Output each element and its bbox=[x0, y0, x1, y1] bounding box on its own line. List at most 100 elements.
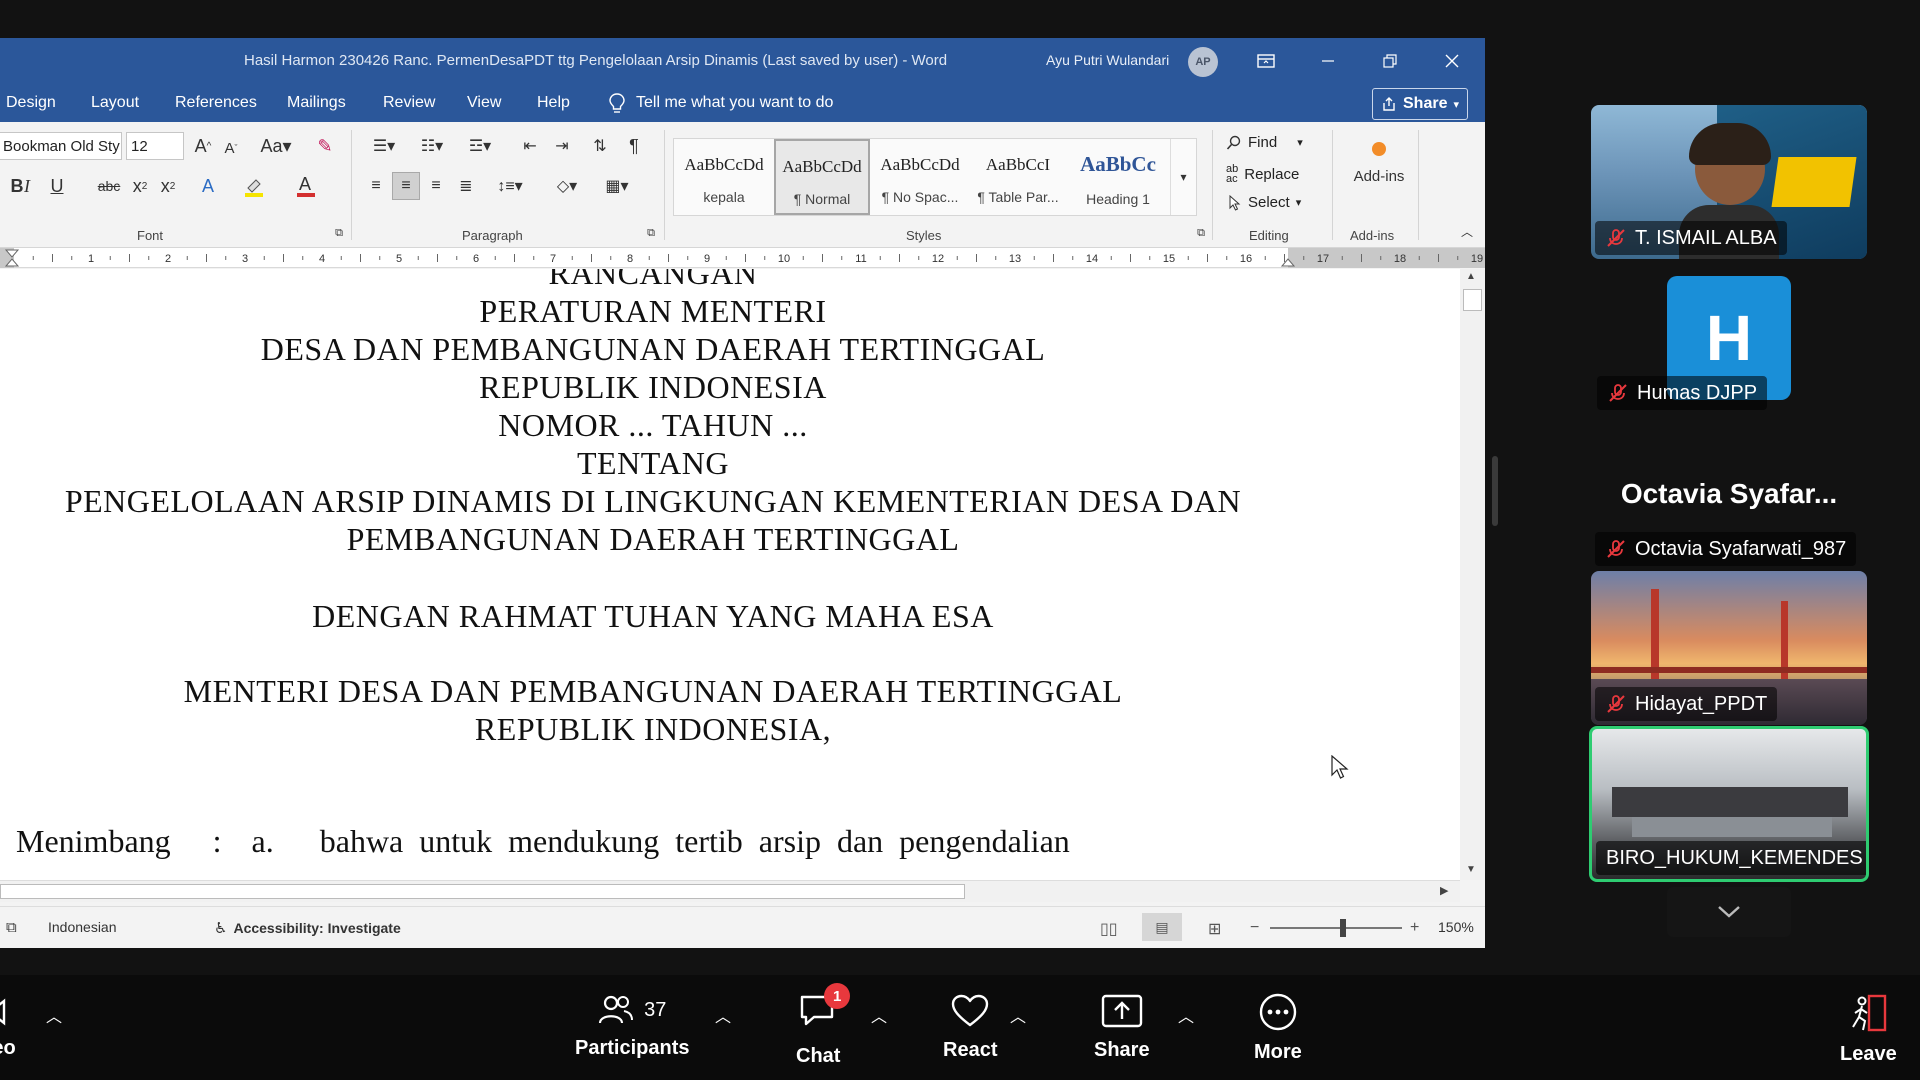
superscript-icon[interactable]: x2 bbox=[156, 172, 180, 200]
select-button[interactable]: Select ▾ bbox=[1228, 194, 1301, 211]
chat-unread-badge: 1 bbox=[824, 983, 851, 1009]
text-effects-icon[interactable]: A bbox=[196, 172, 220, 200]
zoom-slider-thumb[interactable] bbox=[1340, 919, 1346, 937]
style-table-paragraph[interactable]: AaBbCcI ¶ Table Par... bbox=[970, 139, 1066, 215]
participants-button[interactable]: 37 Participants bbox=[575, 993, 689, 1060]
shrink-font-icon[interactable]: Aˇ bbox=[218, 134, 244, 162]
clear-formatting-icon[interactable]: ✎ bbox=[312, 132, 338, 160]
addins-button[interactable]: Add-ins bbox=[1346, 142, 1412, 185]
share-options-caret-icon[interactable]: ︿ bbox=[1178, 1003, 1194, 1027]
bullets-icon[interactable]: ☰▾ bbox=[364, 132, 404, 160]
tab-references[interactable]: References bbox=[175, 94, 257, 112]
line-spacing-icon[interactable]: ↕≡▾ bbox=[490, 172, 530, 200]
subscript-icon[interactable]: x2 bbox=[128, 172, 152, 200]
chat-button[interactable]: 1 Chat bbox=[796, 983, 851, 1068]
vertical-scroll-thumb[interactable] bbox=[1463, 289, 1482, 311]
styles-more-icon[interactable]: ▾ bbox=[1170, 139, 1196, 215]
tab-mailings[interactable]: Mailings bbox=[287, 94, 346, 112]
font-dialog-launcher-icon[interactable]: ⧉ bbox=[332, 226, 346, 240]
replace-button[interactable]: ab ac Replace bbox=[1226, 164, 1299, 185]
share-screen-button[interactable]: Share bbox=[1094, 993, 1150, 1062]
tab-help[interactable]: Help bbox=[537, 94, 570, 112]
styles-dialog-launcher-icon[interactable]: ⧉ bbox=[1194, 226, 1208, 240]
numbering-icon[interactable]: ☷▾ bbox=[412, 132, 452, 160]
print-layout-icon[interactable]: ▤ bbox=[1142, 913, 1182, 941]
user-avatar[interactable]: AP bbox=[1188, 47, 1218, 77]
more-button[interactable]: More bbox=[1254, 993, 1302, 1064]
tab-layout[interactable]: Layout bbox=[91, 94, 139, 112]
scroll-up-icon[interactable]: ▲ bbox=[1466, 271, 1476, 282]
justify-icon[interactable]: ≣ bbox=[452, 172, 480, 200]
zoom-in-icon[interactable]: + bbox=[1410, 919, 1419, 937]
participants-icon bbox=[599, 995, 634, 1024]
italic-icon[interactable]: I bbox=[16, 172, 38, 200]
bridge-deck bbox=[1591, 667, 1867, 673]
video-button[interactable]: eo bbox=[0, 995, 18, 1060]
share-button[interactable]: Share ▾ bbox=[1372, 88, 1468, 120]
proofing-icon[interactable]: ⧉ bbox=[6, 919, 17, 936]
find-button[interactable]: Find ▾ bbox=[1226, 134, 1303, 151]
zoom-level[interactable]: 150% bbox=[1438, 919, 1474, 935]
collapse-ribbon-icon[interactable]: ︿ bbox=[1458, 222, 1476, 240]
language-status[interactable]: Indonesian bbox=[48, 919, 117, 935]
show-more-participants-button[interactable] bbox=[1667, 887, 1791, 937]
participant-nametag: Hidayat_PPDT bbox=[1595, 687, 1778, 721]
tab-view[interactable]: View bbox=[467, 94, 501, 112]
close-icon[interactable] bbox=[1434, 46, 1470, 76]
tab-review[interactable]: Review bbox=[383, 94, 435, 112]
style-normal[interactable]: AaBbCcDd ¶ Normal bbox=[774, 139, 870, 215]
zoom-slider[interactable] bbox=[1270, 927, 1402, 929]
minimize-icon[interactable] bbox=[1310, 46, 1346, 76]
style-no-spacing[interactable]: AaBbCcDd ¶ No Spac... bbox=[872, 139, 968, 215]
restore-icon[interactable] bbox=[1372, 46, 1408, 76]
align-left-icon[interactable]: ≡ bbox=[362, 172, 390, 200]
read-mode-icon[interactable]: ▯▯ bbox=[1100, 919, 1118, 939]
multilevel-list-icon[interactable]: ☲▾ bbox=[460, 132, 500, 160]
horizontal-ruler[interactable]: 1 2 3 4 5 6 7 8 9 10 11 12 13 14 15 16 17 18 19 bbox=[0, 248, 1485, 268]
participant-heading-name[interactable]: Octavia Syafar... bbox=[1591, 478, 1867, 510]
participant-video-tile-active[interactable]: BIRO_HUKUM_KEMENDES bbox=[1589, 726, 1869, 882]
show-formatting-icon[interactable]: ¶ bbox=[620, 132, 648, 160]
borders-icon[interactable]: ▦▾ bbox=[598, 172, 636, 200]
web-layout-icon[interactable]: ⊞ bbox=[1208, 919, 1221, 939]
align-center-icon[interactable]: ≡ bbox=[392, 172, 420, 200]
vertical-scrollbar[interactable]: ▲ ▼ bbox=[1460, 269, 1485, 880]
increase-indent-icon[interactable]: ⇥ bbox=[548, 132, 576, 160]
tell-me-search[interactable]: Tell me what you want to do bbox=[608, 92, 833, 114]
underline-icon[interactable]: U bbox=[44, 172, 70, 200]
react-button[interactable]: React bbox=[943, 993, 997, 1062]
strikethrough-icon[interactable]: abc bbox=[94, 172, 124, 200]
panel-resize-handle[interactable] bbox=[1492, 456, 1498, 526]
zoom-out-icon[interactable]: − bbox=[1250, 919, 1259, 937]
horizontal-scroll-thumb[interactable] bbox=[0, 884, 965, 899]
leave-button[interactable]: Leave bbox=[1840, 993, 1897, 1066]
highlight-color-icon[interactable] bbox=[240, 172, 268, 200]
participants-options-caret-icon[interactable]: ︿ bbox=[715, 1003, 731, 1027]
sort-icon[interactable]: ⇅ bbox=[586, 132, 614, 160]
document-page[interactable]: RANCANGAN PERATURAN MENTERI DESA DAN PEM… bbox=[0, 269, 1460, 880]
align-right-icon[interactable]: ≡ bbox=[422, 172, 450, 200]
font-color-icon[interactable]: A bbox=[292, 172, 320, 200]
scroll-right-icon[interactable]: ▶ bbox=[1440, 884, 1448, 897]
paragraph-dialog-launcher-icon[interactable]: ⧉ bbox=[644, 226, 658, 240]
change-case-icon[interactable]: Aa▾ bbox=[256, 132, 296, 160]
accessibility-status[interactable]: ♿ Accessibility: Investigate bbox=[214, 919, 401, 937]
tab-design[interactable]: Design bbox=[6, 94, 56, 112]
participant-video-tile[interactable]: Hidayat_PPDT bbox=[1591, 571, 1867, 725]
style-kepala[interactable]: AaBbCcDd kepala bbox=[676, 139, 772, 215]
participants-label: Participants bbox=[575, 1037, 690, 1059]
decrease-indent-icon[interactable]: ⇤ bbox=[516, 132, 544, 160]
scroll-down-icon[interactable]: ▼ bbox=[1466, 864, 1476, 875]
shading-icon[interactable]: ◇▾ bbox=[548, 172, 586, 200]
horizontal-scrollbar[interactable]: ▶ bbox=[0, 880, 1460, 902]
style-heading-1[interactable]: AaBbCc Heading 1 bbox=[1068, 139, 1168, 215]
font-size-combo[interactable]: 12 bbox=[126, 132, 184, 160]
font-name-combo[interactable]: Bookman Old Sty bbox=[0, 132, 122, 160]
grow-font-icon[interactable]: A ^ bbox=[190, 132, 216, 160]
video-options-caret-icon[interactable]: ︿ bbox=[46, 1003, 62, 1027]
ribbon-display-icon[interactable] bbox=[1248, 46, 1284, 76]
react-options-caret-icon[interactable]: ︿ bbox=[1010, 1003, 1026, 1027]
chat-options-caret-icon[interactable]: ︿ bbox=[871, 1003, 887, 1027]
user-name[interactable]: Ayu Putri Wulandari bbox=[1046, 52, 1169, 68]
participant-video-tile[interactable]: T. ISMAIL ALBA bbox=[1591, 105, 1867, 259]
